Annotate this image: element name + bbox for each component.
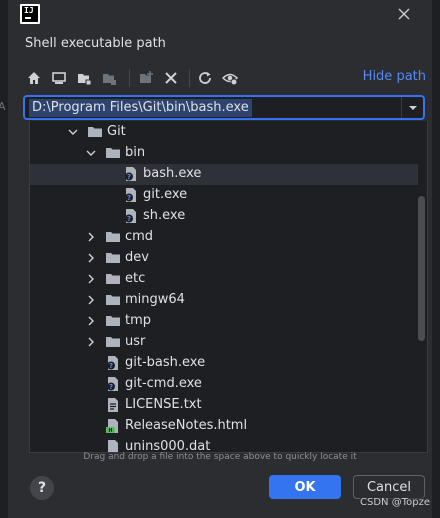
background-ghost-text: A xyxy=(0,100,6,113)
tree-file-row[interactable]: ? git-bash.exe xyxy=(30,353,418,374)
tree-folder-row[interactable]: usr xyxy=(30,332,418,353)
folder-icon xyxy=(105,334,121,350)
tree-folder-row[interactable]: tmp xyxy=(30,311,418,332)
tree-item-label: Git xyxy=(107,124,126,139)
tree-item-label: tmp xyxy=(125,313,152,328)
text-file-icon xyxy=(105,397,121,413)
svg-text:?: ? xyxy=(109,362,113,370)
tree-folder-row[interactable]: bin xyxy=(30,143,418,164)
unknown-file-icon: ? xyxy=(105,355,121,371)
chevron-right-icon[interactable] xyxy=(85,294,97,306)
tree-file-row[interactable]: ? git.exe xyxy=(30,185,418,206)
svg-text:?: ? xyxy=(109,383,113,391)
tree-folder-row[interactable]: Git xyxy=(30,122,418,143)
tree-item-label: git-bash.exe xyxy=(125,355,206,370)
tree-item-label: usr xyxy=(125,334,146,349)
ok-button[interactable]: OK xyxy=(269,475,341,499)
tree-item-label: git.exe xyxy=(143,187,188,202)
folder-icon xyxy=(105,313,121,329)
svg-text:?: ? xyxy=(127,194,131,202)
chevron-right-icon[interactable] xyxy=(85,231,97,243)
tree-item-label: mingw64 xyxy=(125,292,185,307)
path-input[interactable]: D:\Program Files\Git\bin\bash.exe xyxy=(29,99,252,117)
path-combobox[interactable]: D:\Program Files\Git\bin\bash.exe xyxy=(23,95,425,120)
tree-file-row[interactable]: H ReleaseNotes.html xyxy=(30,416,418,437)
tree-item-label: etc xyxy=(125,271,146,286)
unknown-file-icon: ? xyxy=(105,376,121,392)
tree-item-label: dev xyxy=(125,250,149,265)
tree-item-label: ReleaseNotes.html xyxy=(125,418,248,433)
svg-text:H: H xyxy=(108,428,112,434)
folder-icon xyxy=(87,124,103,140)
toolbar-separator xyxy=(189,69,190,87)
tree-file-row[interactable]: ? git-cmd.exe xyxy=(30,374,418,395)
project-folder-icon[interactable] xyxy=(75,69,93,87)
home-icon[interactable] xyxy=(25,69,43,87)
folder-icon xyxy=(105,250,121,266)
tree-item-label: unins000.dat xyxy=(125,439,211,453)
dialog-title: Shell executable path xyxy=(25,36,166,51)
chevron-right-icon[interactable] xyxy=(85,336,97,348)
drag-drop-hint: Drag and drop a file into the space abov… xyxy=(83,452,357,462)
svg-text:?: ? xyxy=(127,173,131,181)
delete-icon[interactable] xyxy=(162,69,180,87)
file-chooser-toolbar: Hide path xyxy=(25,66,426,90)
tree-scrollbar[interactable] xyxy=(418,196,425,341)
toolbar-separator xyxy=(129,69,130,87)
folder-icon xyxy=(105,271,121,287)
tree-file-row[interactable]: LICENSE.txt xyxy=(30,395,418,416)
unknown-file-icon: ? xyxy=(123,166,139,182)
svg-text:?: ? xyxy=(127,215,131,223)
html-file-icon: H xyxy=(105,418,121,434)
background-window-left xyxy=(0,0,8,518)
folder-icon xyxy=(105,145,121,161)
new-folder-icon[interactable] xyxy=(137,69,155,87)
close-icon[interactable] xyxy=(396,6,412,22)
tree-folder-row[interactable]: cmd xyxy=(30,227,418,248)
cancel-button[interactable]: Cancel xyxy=(353,475,425,499)
unknown-file-icon: ? xyxy=(123,187,139,203)
chevron-right-icon[interactable] xyxy=(85,273,97,285)
tree-folder-row[interactable]: mingw64 xyxy=(30,290,418,311)
tree-file-row[interactable]: ? bash.exe xyxy=(30,164,418,185)
refresh-icon[interactable] xyxy=(196,69,214,87)
folder-icon xyxy=(105,292,121,308)
tree-file-row[interactable]: unins000.dat xyxy=(30,437,418,453)
show-hidden-icon[interactable] xyxy=(221,69,239,87)
watermark-text: CSDN @Topze xyxy=(360,497,430,508)
tree-item-label: sh.exe xyxy=(143,208,186,223)
chevron-down-icon[interactable] xyxy=(85,147,97,159)
tree-file-row[interactable]: ? sh.exe xyxy=(30,206,418,227)
chevron-down-icon[interactable] xyxy=(401,97,423,118)
chevron-right-icon[interactable] xyxy=(85,252,97,264)
background-window-right xyxy=(432,0,440,518)
tree-item-label: bin xyxy=(125,145,146,160)
tree-item-label: git-cmd.exe xyxy=(125,376,202,391)
file-tree[interactable]: Git bin? bash.exe? git.exe? sh.exe cmd dev etc m… xyxy=(29,121,428,453)
intellij-logo-icon: IJ xyxy=(20,4,40,24)
tree-item-label: bash.exe xyxy=(143,166,202,181)
file-chooser-dialog: IJ Shell executable path Hide path D:\Pr… xyxy=(8,0,432,518)
tree-folder-row[interactable]: etc xyxy=(30,269,418,290)
chevron-down-icon[interactable] xyxy=(67,126,79,138)
tree-item-label: cmd xyxy=(125,229,154,244)
unknown-file-icon: ? xyxy=(123,208,139,224)
module-folder-icon[interactable] xyxy=(100,69,118,87)
chevron-right-icon[interactable] xyxy=(85,315,97,327)
file-icon xyxy=(105,439,121,452)
tree-folder-row[interactable]: dev xyxy=(30,248,418,269)
folder-icon xyxy=(105,229,121,245)
hide-path-link[interactable]: Hide path xyxy=(363,69,426,84)
help-button[interactable]: ? xyxy=(30,476,54,500)
desktop-icon[interactable] xyxy=(50,69,68,87)
tree-item-label: LICENSE.txt xyxy=(125,397,202,412)
